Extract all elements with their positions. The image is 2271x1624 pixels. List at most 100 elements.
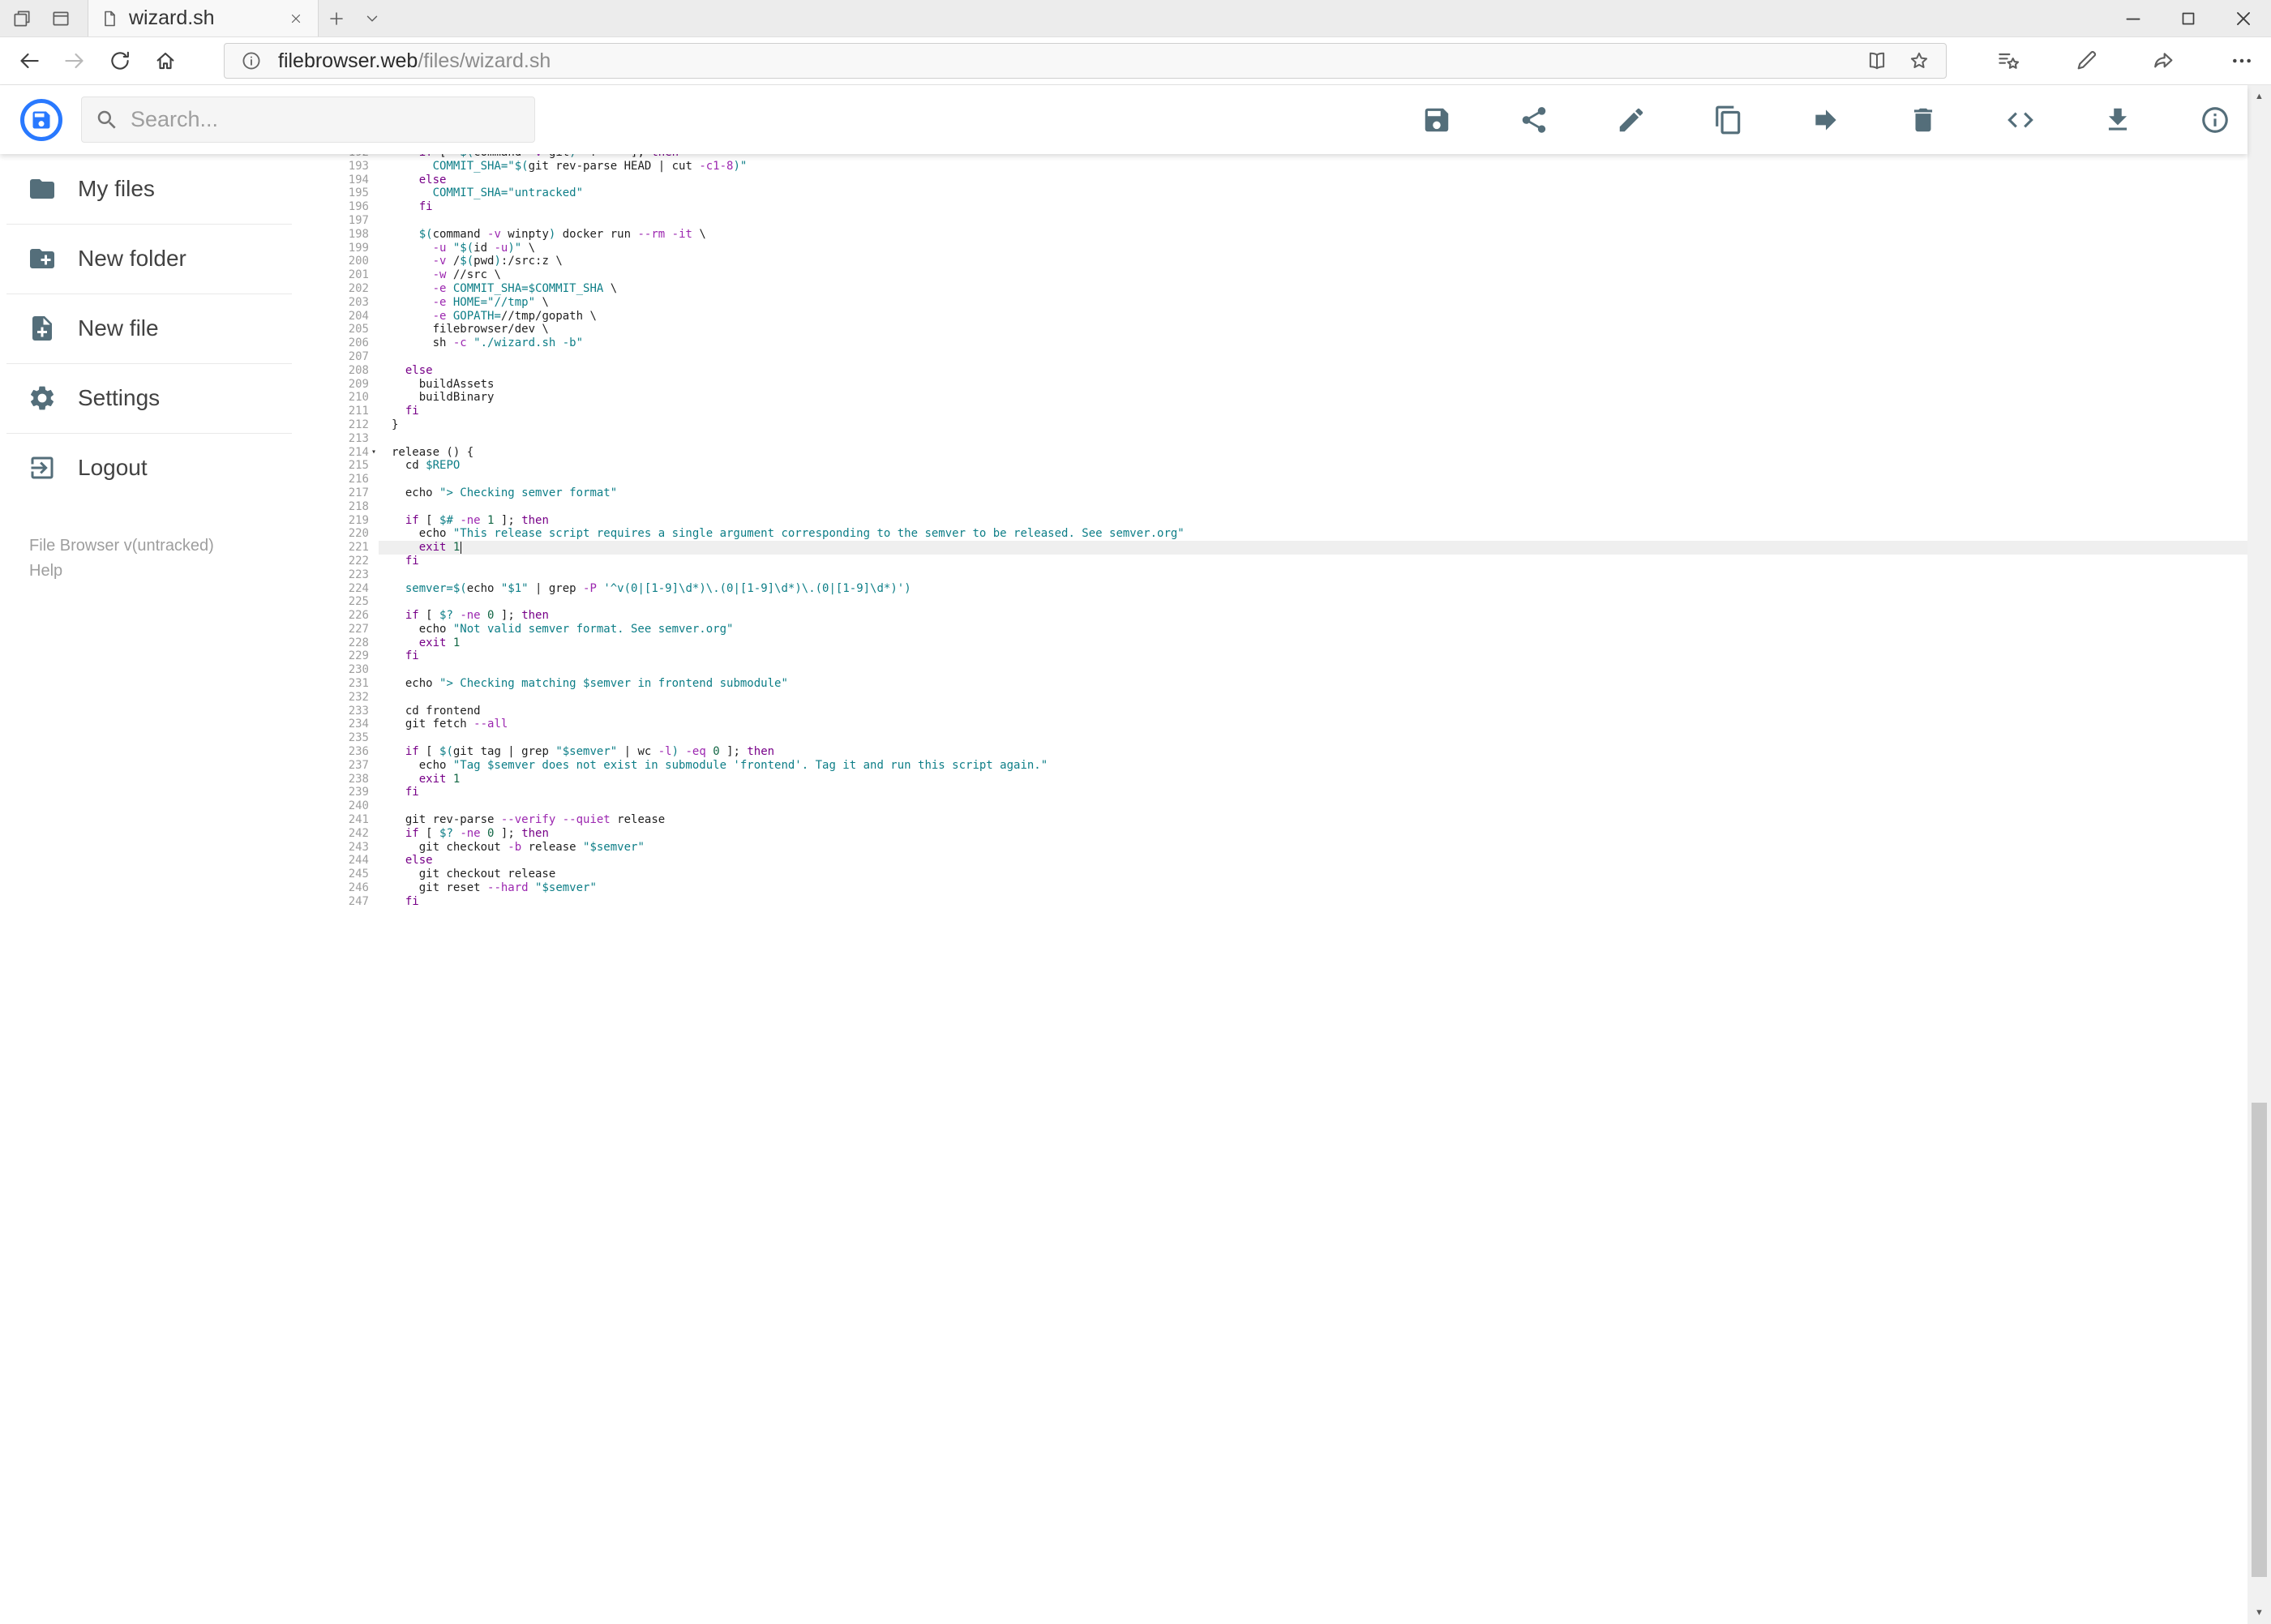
copy-button[interactable] <box>1709 101 1748 139</box>
code-line[interactable]: 213 <box>324 432 2247 446</box>
code-line[interactable]: 203 -e HOME="//tmp" \ <box>324 296 2247 310</box>
address-bar[interactable]: filebrowser.web/files/wizard.sh <box>224 43 1947 79</box>
site-info-icon[interactable] <box>236 45 267 76</box>
code-line[interactable]: 197 <box>324 214 2247 228</box>
favorites-hub-icon[interactable] <box>1986 41 2031 80</box>
code-text[interactable]: COMMIT_SHA="$(git rev-parse HEAD | cut -… <box>379 160 2247 174</box>
code-text[interactable]: if [ $# -ne 1 ]; then <box>379 514 2247 528</box>
sidebar-item-new-file[interactable]: New file <box>0 294 324 363</box>
code-line[interactable]: 209 buildAssets <box>324 378 2247 392</box>
tab-close-icon[interactable] <box>285 8 306 29</box>
share-button[interactable] <box>1515 101 1553 139</box>
code-line[interactable]: 226 if [ $? -ne 0 ]; then <box>324 609 2247 623</box>
code-line[interactable]: 241 git rev-parse --verify --quiet relea… <box>324 813 2247 827</box>
home-button[interactable] <box>143 41 188 80</box>
back-button[interactable] <box>6 41 52 80</box>
code-text[interactable] <box>379 568 2247 582</box>
code-text[interactable]: git reset --hard "$semver" <box>379 881 2247 895</box>
more-menu-icon[interactable] <box>2219 41 2265 80</box>
code-text[interactable]: git checkout release <box>379 868 2247 881</box>
code-text[interactable]: if [ $(git tag | grep "$semver" | wc -l)… <box>379 745 2247 759</box>
code-line[interactable]: 242 if [ $? -ne 0 ]; then <box>324 827 2247 841</box>
code-line[interactable]: 221 exit 1 <box>324 541 2247 555</box>
code-line[interactable]: 232 <box>324 691 2247 705</box>
url-text[interactable]: filebrowser.web/files/wizard.sh <box>278 49 1850 73</box>
code-text[interactable]: release () { <box>379 446 2247 460</box>
code-line[interactable]: 211 fi <box>324 405 2247 418</box>
new-tab-button[interactable] <box>319 0 354 36</box>
window-minimize-button[interactable] <box>2106 0 2161 37</box>
code-line[interactable]: 225 <box>324 595 2247 609</box>
code-line[interactable]: 210 buildBinary <box>324 391 2247 405</box>
code-text[interactable]: if [ $? -ne 0 ]; then <box>379 609 2247 623</box>
search-box[interactable] <box>81 96 535 143</box>
code-line[interactable]: 243 git checkout -b release "$semver" <box>324 841 2247 855</box>
code-text[interactable]: fi <box>379 895 2247 909</box>
code-line[interactable]: 215 cd $REPO <box>324 459 2247 473</box>
code-line[interactable]: 202 -e COMMIT_SHA=$COMMIT_SHA \ <box>324 282 2247 296</box>
code-line[interactable]: 239 fi <box>324 786 2247 799</box>
code-text[interactable]: echo "> Checking matching $semver in fro… <box>379 677 2247 691</box>
code-text[interactable] <box>379 663 2247 677</box>
code-editor[interactable]: 192 if [ "$(command -v git)" != "" ]; th… <box>324 154 2247 1624</box>
code-text[interactable]: echo "Tag $semver does not exist in subm… <box>379 759 2247 773</box>
code-line[interactable]: 235 <box>324 731 2247 745</box>
code-line[interactable]: 196 fi <box>324 200 2247 214</box>
download-button[interactable] <box>2098 101 2137 139</box>
code-text[interactable]: echo "This release script requires a sin… <box>379 527 2247 541</box>
code-text[interactable]: git rev-parse --verify --quiet release <box>379 813 2247 827</box>
code-line[interactable]: 233 cd frontend <box>324 705 2247 718</box>
code-text[interactable] <box>379 691 2247 705</box>
scrollbar-thumb[interactable] <box>2252 1103 2267 1577</box>
code-text[interactable]: filebrowser/dev \ <box>379 323 2247 336</box>
code-text[interactable]: -v /$(pwd):/src:z \ <box>379 255 2247 268</box>
sidebar-item-settings[interactable]: Settings <box>0 363 324 433</box>
tab-preview-chevron-icon[interactable] <box>354 0 390 36</box>
window-close-button[interactable] <box>2216 0 2271 37</box>
save-button[interactable] <box>1417 101 1456 139</box>
code-line[interactable]: 246 git reset --hard "$semver" <box>324 881 2247 895</box>
code-line[interactable]: 220 echo "This release script requires a… <box>324 527 2247 541</box>
code-line[interactable]: 236 if [ $(git tag | grep "$semver" | wc… <box>324 745 2247 759</box>
web-note-pen-icon[interactable] <box>2063 41 2109 80</box>
code-text[interactable]: exit 1 <box>379 636 2247 650</box>
refresh-button[interactable] <box>97 41 143 80</box>
code-text[interactable]: buildAssets <box>379 378 2247 392</box>
code-line[interactable]: 231 echo "> Checking matching $semver in… <box>324 677 2247 691</box>
code-text[interactable]: fi <box>379 786 2247 799</box>
scroll-down-arrow-icon[interactable]: ▼ <box>2247 1601 2271 1624</box>
code-text[interactable] <box>379 350 2247 364</box>
code-line[interactable]: 192 if [ "$(command -v git)" != "" ]; th… <box>324 154 2247 160</box>
code-text[interactable]: echo "Not valid semver format. See semve… <box>379 623 2247 636</box>
code-text[interactable]: cd $REPO <box>379 459 2247 473</box>
favorite-star-icon[interactable] <box>1904 45 1935 76</box>
code-text[interactable]: sh -c "./wizard.sh -b" <box>379 336 2247 350</box>
edit-button[interactable] <box>1612 101 1651 139</box>
code-text[interactable]: -w //src \ <box>379 268 2247 282</box>
code-line[interactable]: 219 if [ $# -ne 1 ]; then <box>324 514 2247 528</box>
code-text[interactable]: fi <box>379 200 2247 214</box>
code-line[interactable]: 199 -u "$(id -u)" \ <box>324 242 2247 255</box>
code-text[interactable] <box>379 799 2247 813</box>
code-text[interactable]: -u "$(id -u)" \ <box>379 242 2247 255</box>
sidebar-item-new-folder[interactable]: New folder <box>0 224 324 294</box>
code-text[interactable]: fi <box>379 649 2247 663</box>
code-text[interactable]: else <box>379 174 2247 187</box>
code-text[interactable]: if [ $? -ne 0 ]; then <box>379 827 2247 841</box>
code-line[interactable]: 217 echo "> Checking semver format" <box>324 486 2247 500</box>
code-line[interactable]: 247 fi <box>324 895 2247 909</box>
code-text[interactable]: } <box>379 418 2247 432</box>
code-line[interactable]: 227 echo "Not valid semver format. See s… <box>324 623 2247 636</box>
code-text[interactable]: $(command -v winpty) docker run --rm -it… <box>379 228 2247 242</box>
code-line[interactable]: 216 <box>324 473 2247 486</box>
code-text[interactable]: -e HOME="//tmp" \ <box>379 296 2247 310</box>
code-line[interactable]: 222 fi <box>324 555 2247 568</box>
browser-tab[interactable]: wizard.sh <box>88 0 319 36</box>
forward-button[interactable] <box>52 41 97 80</box>
fold-marker-icon[interactable]: ▾ <box>369 446 379 460</box>
code-line[interactable]: 206 sh -c "./wizard.sh -b" <box>324 336 2247 350</box>
code-text[interactable]: if [ "$(command -v git)" != "" ]; then <box>379 154 2247 160</box>
sidebar-item-my-files[interactable]: My files <box>0 154 324 224</box>
info-button[interactable] <box>2196 101 2235 139</box>
move-button[interactable] <box>1806 101 1845 139</box>
